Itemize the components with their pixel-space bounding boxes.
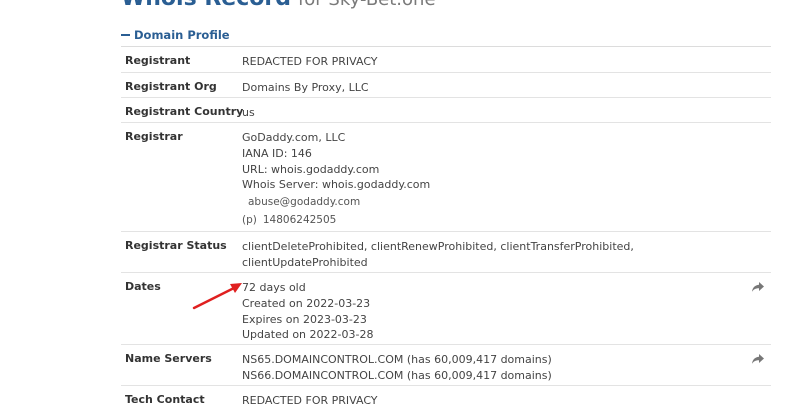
domain-profile-toggle[interactable]: Domain Profile [121, 24, 771, 47]
registrar-url: URL: whois.godaddy.com [242, 162, 380, 176]
registrant-country-value: us [242, 106, 255, 119]
domain-profile-header: Domain Profile [134, 28, 230, 42]
row-registrant: Registrant REDACTED FOR PRIVACY [121, 47, 771, 73]
registrar-whois-server: Whois Server: whois.godaddy.com [242, 178, 431, 192]
registrar-value: GoDaddy.com, LLC IANA ID: 146 URL: whois… [242, 130, 430, 229]
row-registrar: Registrar GoDaddy.com, LLC IANA ID: 146 … [121, 123, 771, 232]
registrar-name: GoDaddy.com, LLC [242, 131, 346, 144]
status-line-1: clientDeleteProhibited, clientRenewProhi… [242, 240, 634, 253]
name-server-2[interactable]: NS66.DOMAINCONTROL.COM (has 60,009,417 d… [242, 368, 552, 384]
registrant-label: Registrant [125, 54, 191, 67]
row-name-servers: Name Servers NS65.DOMAINCONTROL.COM (has… [121, 345, 771, 386]
registrant-value: REDACTED FOR PRIVACY [242, 55, 378, 68]
status-line-2: clientUpdateProhibited [242, 255, 368, 269]
registrant-org-value: Domains By Proxy, LLC [242, 81, 369, 94]
registrar-email: abuse@godaddy.com [248, 196, 361, 209]
minus-icon [121, 34, 130, 36]
page-title-bold: Whois Record [121, 0, 291, 11]
registrar-status-label: Registrar Status [125, 239, 227, 252]
dates-label: Dates [125, 280, 161, 293]
name-servers-label: Name Servers [125, 352, 212, 365]
registrant-org-label: Registrant Org [125, 80, 217, 93]
page-title: Whois Record for Sky-Bet.one [121, 0, 436, 11]
dates-value: 72 days old Created on 2022-03-23 Expire… [242, 280, 373, 343]
created-date: Created on 2022-03-23 [242, 296, 371, 310]
page-title-domain: for Sky-Bet.one [298, 0, 436, 10]
domain-age: 72 days old [242, 281, 306, 294]
expires-date: Expires on 2023-03-23 [242, 312, 367, 326]
row-registrant-org: Registrant Org Domains By Proxy, LLC [121, 73, 771, 98]
row-registrant-country: Registrant Country us [121, 98, 771, 123]
share-arrow-icon[interactable] [751, 281, 765, 293]
tech-contact-value: REDACTED FOR PRIVACY [242, 394, 378, 407]
registrar-phone-line: (p) 14806242505 [242, 212, 430, 229]
name-server-1[interactable]: NS65.DOMAINCONTROL.COM (has 60,009,417 d… [242, 352, 552, 368]
share-arrow-icon[interactable] [751, 353, 765, 365]
registrant-country-label: Registrant Country [125, 105, 244, 118]
name-servers-value: NS65.DOMAINCONTROL.COM (has 60,009,417 d… [242, 352, 552, 384]
registrar-label: Registrar [125, 130, 183, 143]
registrar-phone: 14806242505 [262, 213, 337, 226]
updated-date: Updated on 2022-03-28 [242, 328, 374, 342]
row-registrar-status: Registrar Status clientDeleteProhibited,… [121, 232, 771, 273]
row-tech-contact: Tech Contact REDACTED FOR PRIVACY [121, 386, 771, 416]
registrar-status-value: clientDeleteProhibited, clientRenewProhi… [242, 239, 634, 271]
registrar-iana: IANA ID: 146 [242, 146, 312, 160]
phone-prefix: (p) [242, 213, 257, 226]
row-dates: Dates 72 days old Created on 2022-03-23 … [121, 273, 771, 345]
